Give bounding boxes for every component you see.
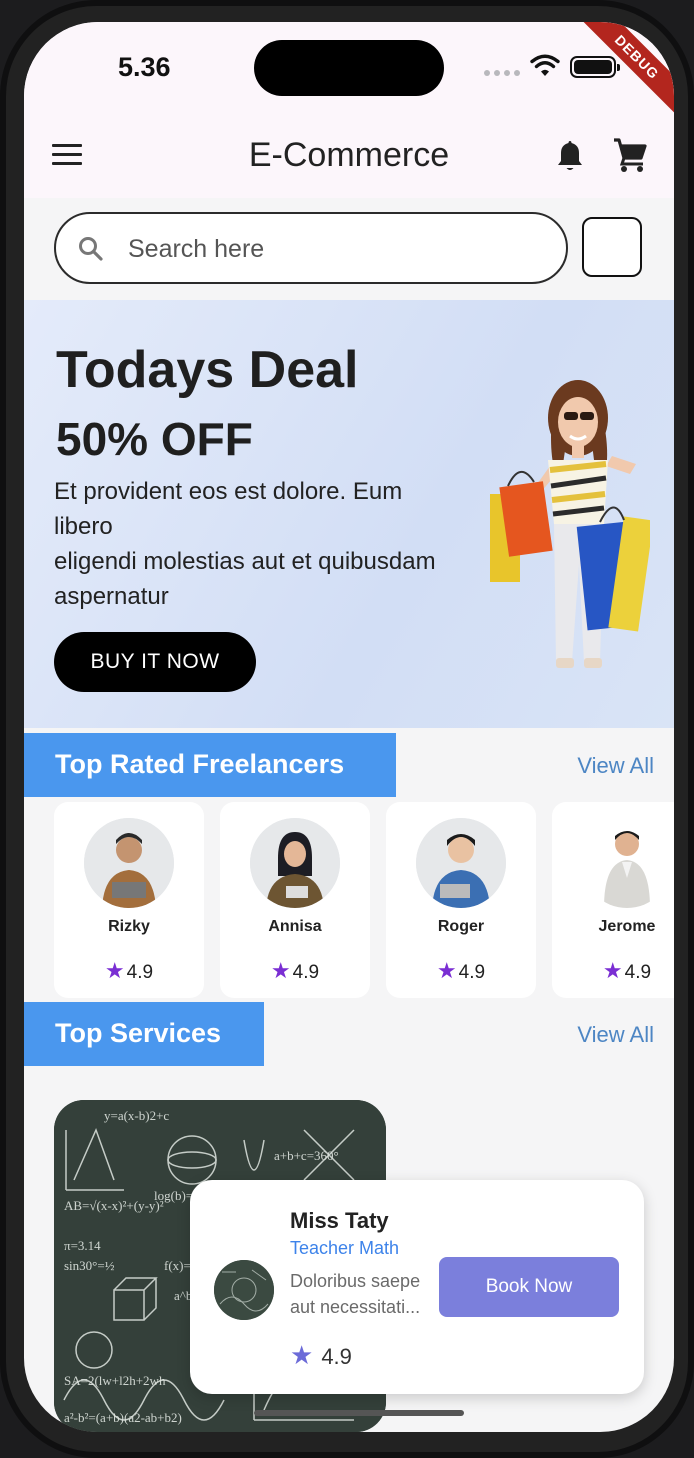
freelancer-rating: ★ 4.9: [386, 958, 536, 984]
book-now-button[interactable]: Book Now: [439, 1257, 619, 1317]
cart-icon[interactable]: [612, 136, 648, 174]
top-freelancers-heading: Top Rated Freelancers: [24, 733, 396, 797]
dynamic-island: [254, 40, 444, 96]
buy-it-now-button[interactable]: BUY IT NOW: [54, 632, 256, 692]
service-card[interactable]: Miss Taty Teacher Math Doloribus saepe a…: [190, 1180, 644, 1394]
filter-button[interactable]: [582, 217, 642, 277]
svg-text:a+b+c=360°: a+b+c=360°: [274, 1148, 339, 1163]
deal-discount: 50% OFF: [56, 413, 253, 465]
star-icon: ★: [436, 958, 457, 983]
top-services-heading: Top Services: [24, 1002, 264, 1066]
service-description: Doloribus saepe aut necessitati...: [290, 1268, 438, 1320]
freelancer-rating: ★ 4.9: [54, 958, 204, 984]
svg-text:π=3.14: π=3.14: [64, 1238, 101, 1253]
freelancer-rating-value: 4.9: [624, 962, 652, 983]
app-bar: E-Commerce: [24, 120, 674, 198]
star-icon: ★: [104, 958, 125, 983]
freelancer-rating-value: 4.9: [458, 962, 486, 983]
deal-description-line: libero: [54, 513, 113, 540]
search-icon: [79, 237, 103, 261]
freelancer-avatar: [416, 818, 506, 908]
app-screen: 5.36 DEBUG E-Commerce Search here Todays…: [24, 22, 674, 1432]
freelancer-rating: ★ 4.9: [552, 958, 674, 984]
freelancers-view-all-link[interactable]: View All: [577, 753, 654, 779]
deal-description-line: eligendi molestias aut et quibusdam: [54, 548, 436, 575]
home-indicator[interactable]: [254, 1410, 464, 1416]
freelancer-rating-value: 4.9: [292, 962, 320, 983]
deal-banner: Todays Deal 50% OFF Et provident eos est…: [24, 300, 674, 728]
wifi-icon: [530, 54, 560, 76]
status-bar: 5.36 DEBUG: [24, 22, 674, 120]
deal-description: Et provident eos est dolore. Eum libero …: [54, 474, 494, 614]
freelancer-rating: ★ 4.9: [220, 958, 370, 984]
shopper-image: [490, 380, 650, 668]
service-provider-name: Miss Taty: [290, 1208, 389, 1233]
freelancer-name: Rizky: [108, 918, 150, 935]
freelancer-avatar: [582, 818, 672, 908]
bell-icon[interactable]: [554, 138, 586, 174]
svg-text:sin30°=½: sin30°=½: [64, 1258, 115, 1273]
freelancer-name: Annisa: [268, 918, 322, 935]
svg-text:a²-b²=(a+b)(a2-ab+b2): a²-b²=(a+b)(a2-ab+b2): [64, 1410, 182, 1425]
star-icon: ★: [602, 958, 623, 983]
star-icon: ★: [270, 958, 291, 983]
deal-title: Todays Deal: [56, 341, 359, 399]
deal-description-line: aspernatur: [54, 583, 169, 610]
battery-icon: [570, 56, 620, 78]
service-provider-role: Teacher Math: [290, 1238, 400, 1258]
freelancer-card[interactable]: Roger ★ 4.9: [386, 802, 536, 998]
freelancer-card[interactable]: Rizky ★ 4.9: [54, 802, 204, 998]
freelancer-list: Rizky ★ 4.9 Annisa ★ 4.9 Roger ★ 4.9 Jerome…: [54, 802, 674, 1000]
service-description-line: aut necessitati...: [290, 1297, 421, 1317]
service-description-line: Doloribus saepe: [290, 1271, 421, 1291]
service-rating-value: 4.9: [321, 1344, 352, 1369]
svg-text:SA=2(lw+l2h+2wh: SA=2(lw+l2h+2wh: [64, 1373, 166, 1388]
services-view-all-link[interactable]: View All: [577, 1022, 654, 1048]
star-icon: ★: [290, 1340, 314, 1370]
freelancer-avatar: [250, 818, 340, 908]
service-rating: ★ 4.9: [290, 1340, 352, 1371]
svg-text:AB=√(x-x)²+(y-y)²: AB=√(x-x)²+(y-y)²: [64, 1198, 164, 1213]
search-input[interactable]: [126, 232, 546, 266]
freelancer-avatar: [84, 818, 174, 908]
freelancer-name: Roger: [437, 918, 485, 935]
signal-dots-icon: [484, 70, 520, 76]
search-row: [24, 198, 674, 300]
freelancer-card[interactable]: Jerome ★ 4.9: [552, 802, 674, 998]
freelancer-name: Jerome: [598, 918, 656, 935]
freelancer-rating-value: 4.9: [126, 962, 154, 983]
service-provider-avatar: [214, 1260, 274, 1320]
svg-text:y=a(x-b)2+c: y=a(x-b)2+c: [104, 1108, 169, 1123]
deal-description-line: Et provident eos est dolore. Eum: [54, 478, 403, 505]
search-field[interactable]: [54, 212, 568, 284]
status-time: 5.36: [118, 52, 171, 82]
freelancer-card[interactable]: Annisa ★ 4.9: [220, 802, 370, 998]
